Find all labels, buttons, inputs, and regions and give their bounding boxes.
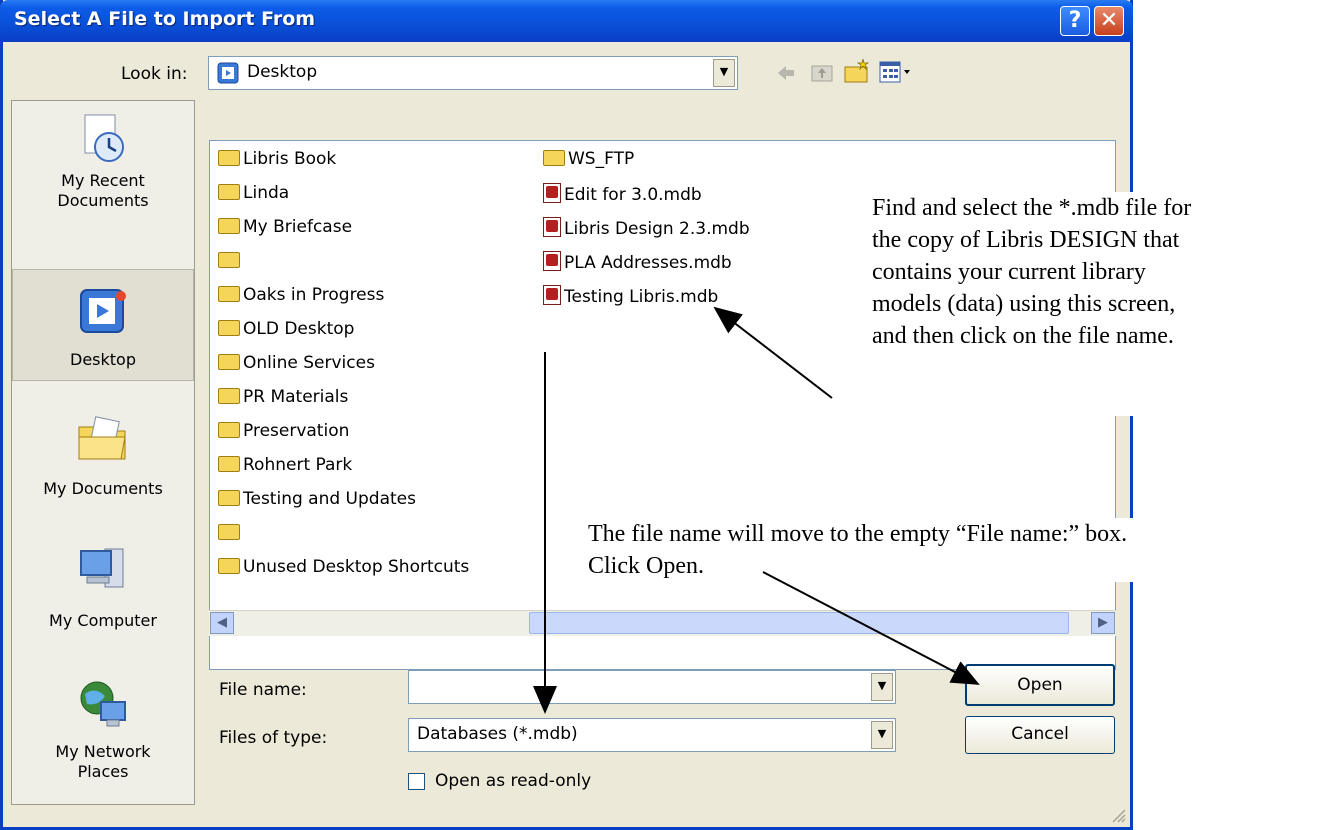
arrow-to-open xyxy=(762,571,980,685)
annotation-arrows xyxy=(533,306,980,714)
arrow-to-file xyxy=(713,306,833,399)
